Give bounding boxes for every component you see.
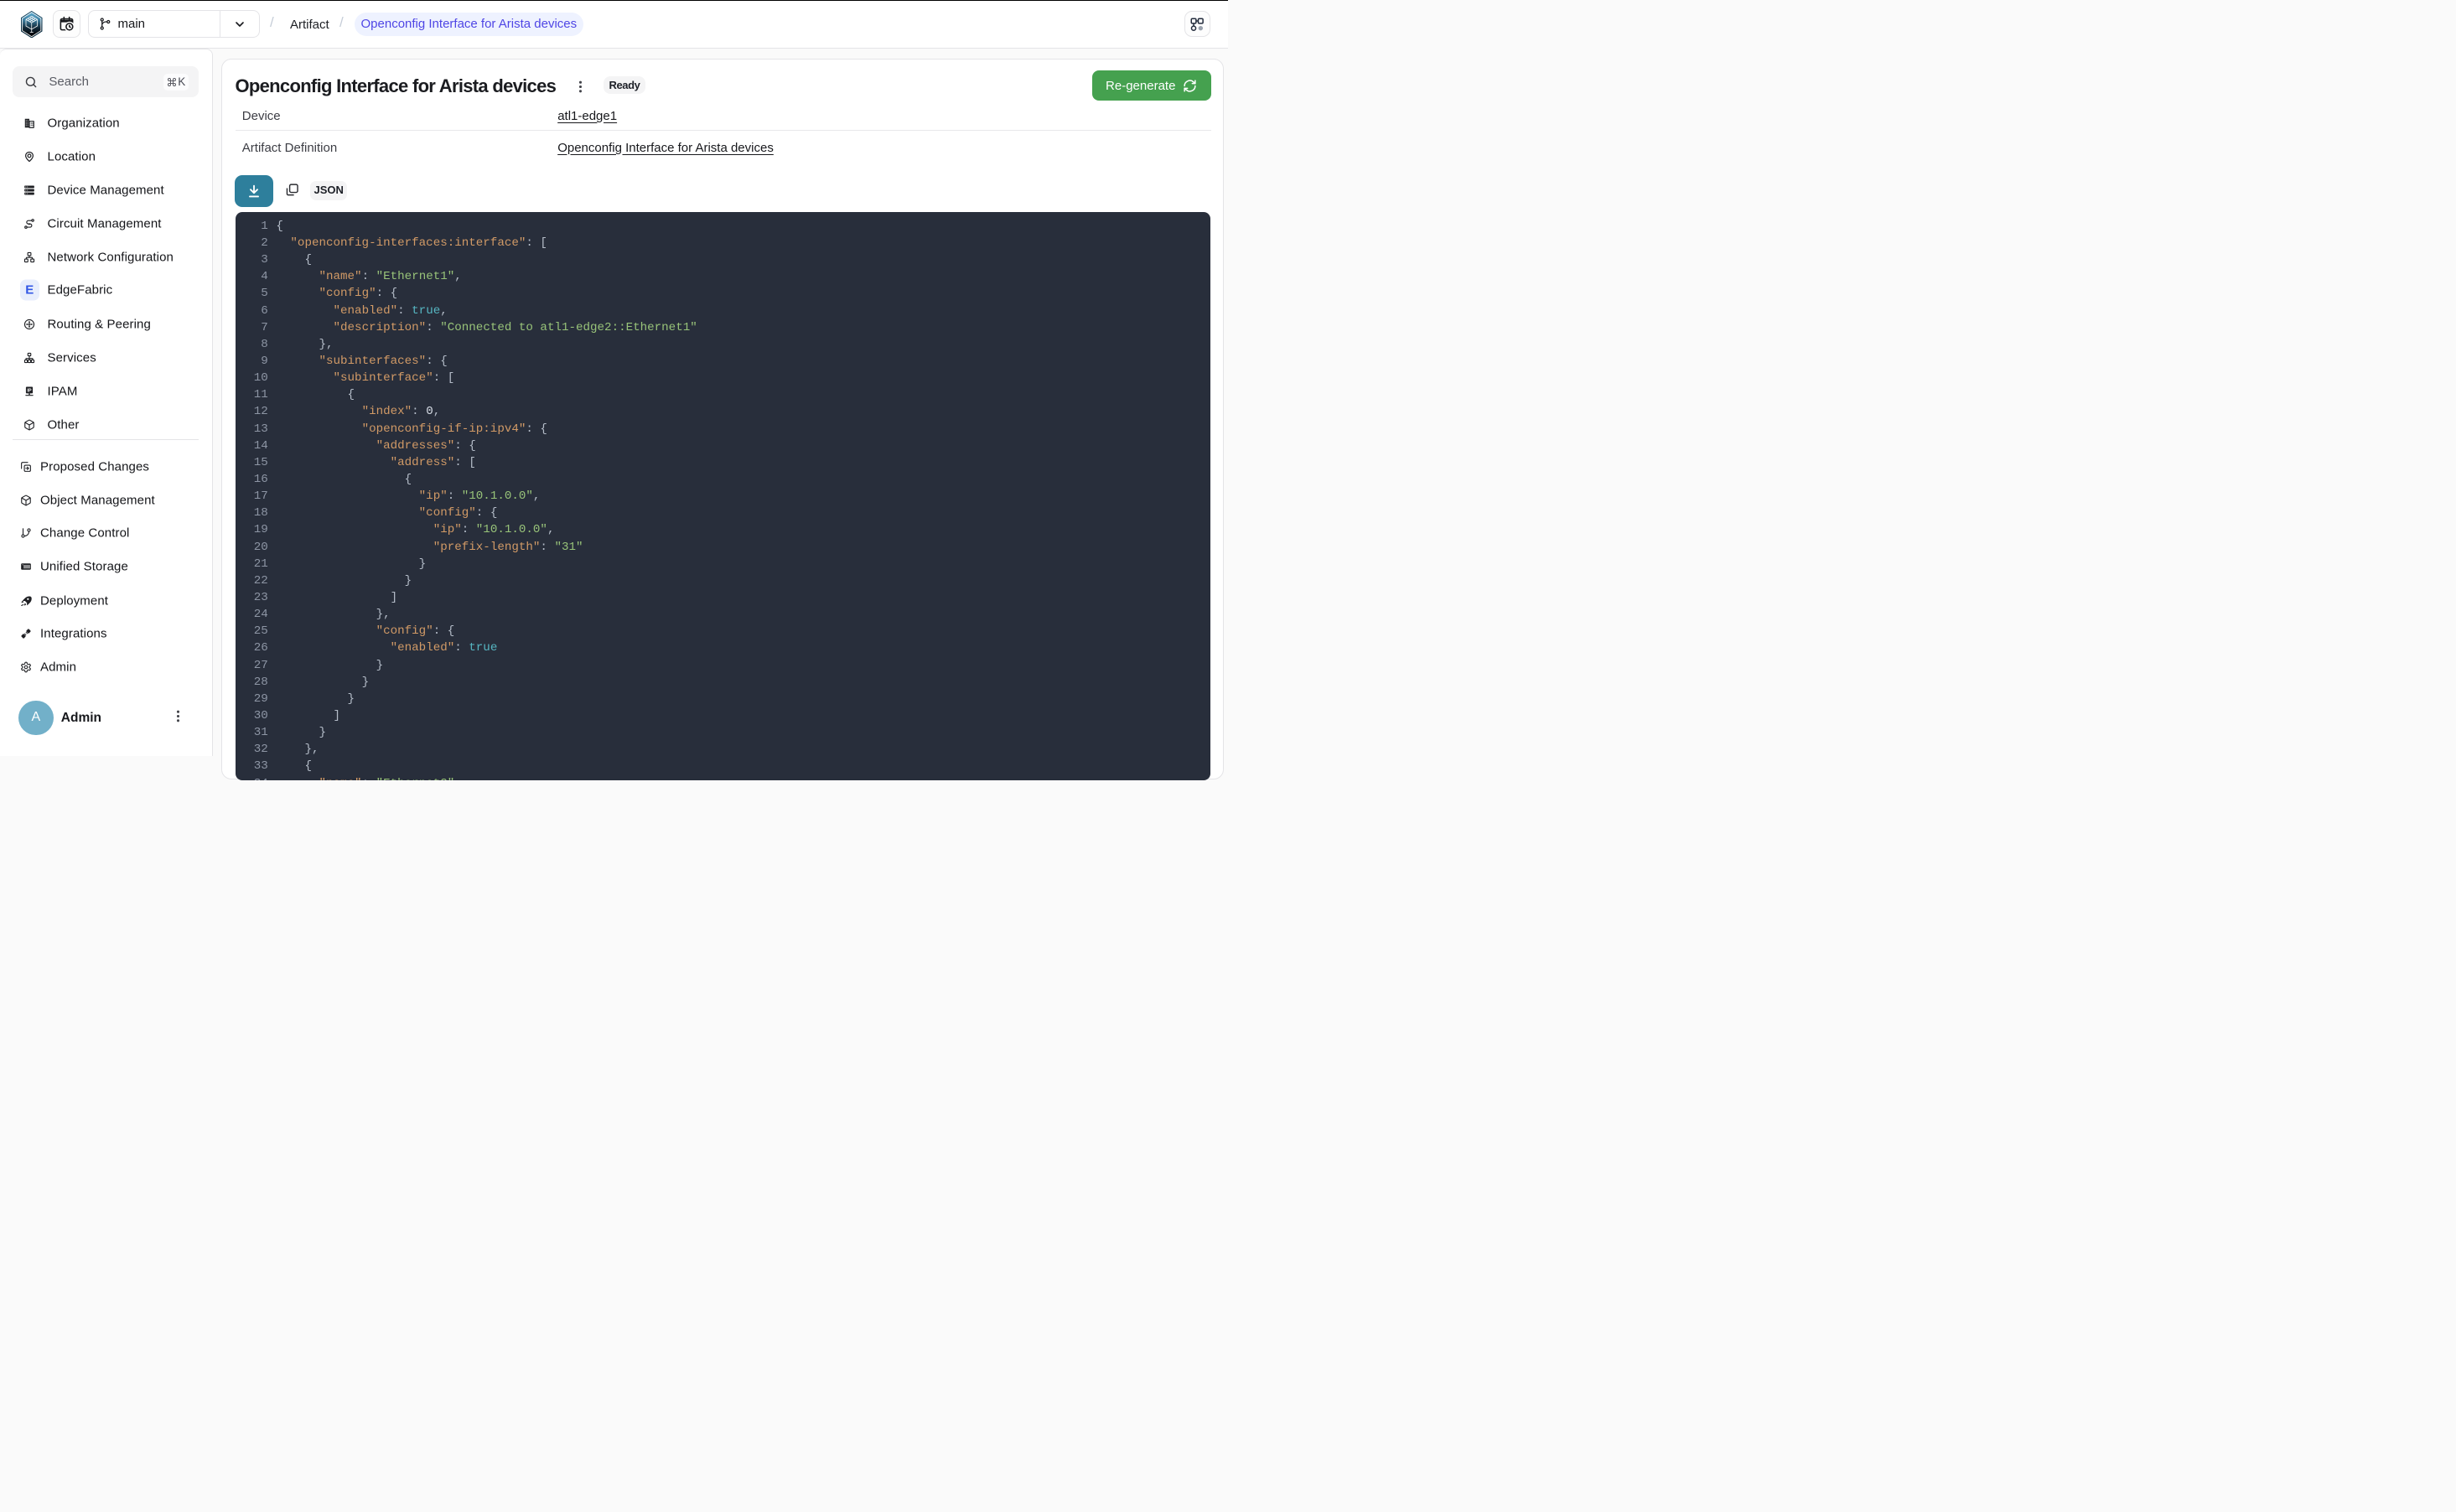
svg-text:IP: IP [27, 388, 32, 393]
